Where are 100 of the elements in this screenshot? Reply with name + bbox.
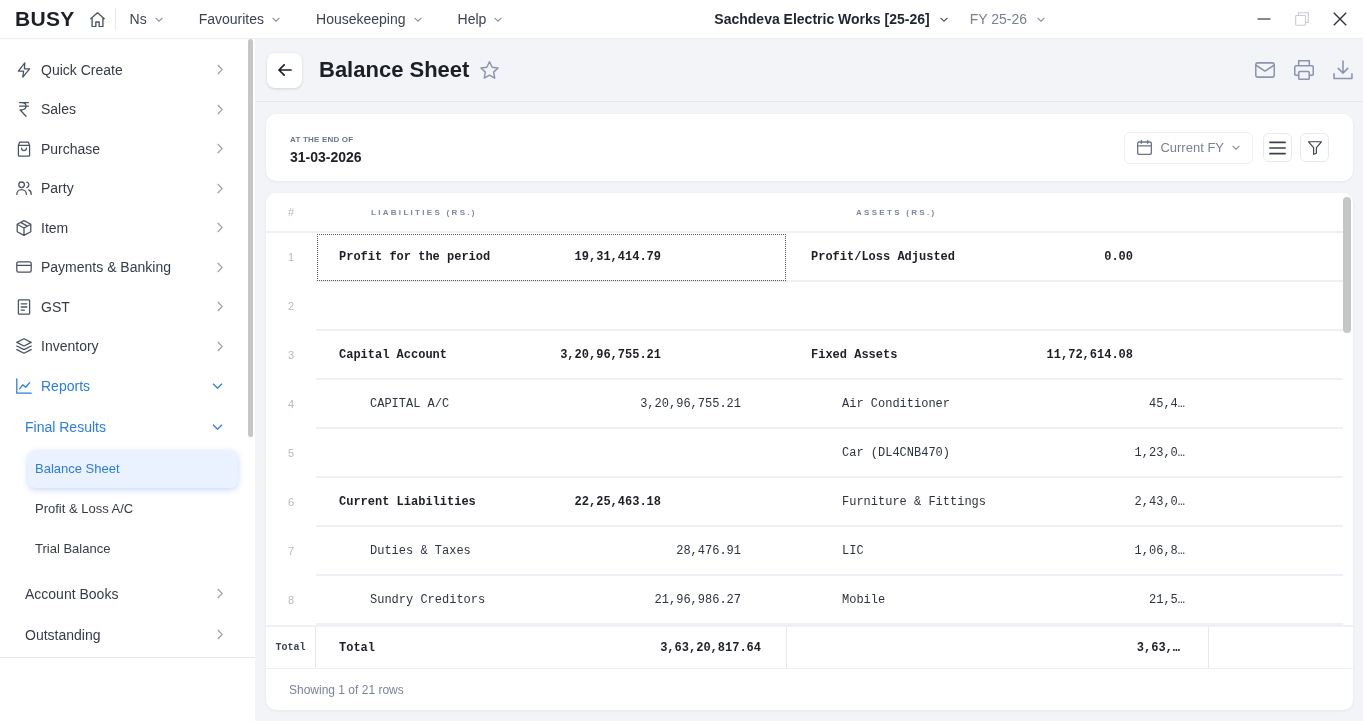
row-count: Showing 1 of 21 rows [289, 682, 404, 697]
amount: 21,5… [1149, 592, 1185, 607]
account-name: LIC [841, 543, 865, 558]
logo: BUSY [15, 7, 75, 31]
chevron-down-icon [1232, 145, 1240, 150]
calendar-icon [1137, 140, 1153, 155]
amount: 1,06,8… [1134, 543, 1185, 558]
sidebar-item[interactable]: Sales [0, 89, 248, 129]
page-title: Balance Sheet [319, 57, 470, 83]
amount: 2,43,0… [1134, 494, 1185, 509]
sidebar-item[interactable]: Reports [0, 366, 248, 406]
date-value: 31-03-2026 [290, 148, 362, 165]
amount: 3,20,96,755.21 [560, 347, 661, 362]
account-name: Mobile [841, 592, 887, 607]
cube-icon [16, 219, 32, 236]
document-icon [16, 298, 32, 315]
arrow-left-icon [277, 64, 292, 76]
account-name: Air Conditioner [841, 396, 952, 411]
chevron-down-icon [154, 16, 163, 22]
printer-icon[interactable] [1294, 60, 1314, 80]
close-icon[interactable] [1333, 12, 1347, 26]
total-label: Total [275, 642, 306, 653]
total-amount: 3,63,20,817.64 [660, 640, 761, 655]
amount: 11,72,614.08 [1046, 347, 1133, 362]
chevron-down-icon [494, 16, 503, 22]
filter-button[interactable] [1300, 133, 1329, 162]
account-name: CAPITAL A/C [369, 396, 451, 411]
menu-button[interactable]: Ns [129, 11, 163, 27]
row-number: 2 [286, 298, 296, 314]
column-header: LIABILITIES (RS.) [371, 207, 477, 217]
total-label: Total [338, 640, 376, 655]
account-name: Capital Account [338, 347, 449, 362]
filter-icon [1307, 140, 1322, 155]
mail-icon[interactable] [1255, 60, 1275, 80]
sidebar-item[interactable]: Inventory [0, 326, 248, 366]
liability-cell[interactable]: CAPITAL A/C 3,20,96,755.21 [316, 380, 787, 429]
amount: 3,20,96,755.21 [640, 396, 741, 411]
account-name: Car (DL4CNB470) [841, 445, 952, 460]
download-icon[interactable] [1333, 60, 1353, 80]
sidebar-item[interactable]: Item [0, 208, 248, 248]
star-icon[interactable] [480, 61, 500, 79]
chevron-down-icon [939, 16, 948, 22]
sidebar-item[interactable]: Account Books [0, 573, 248, 614]
date-caption: AT THE END OF [290, 134, 355, 144]
scrollbar[interactable] [248, 39, 253, 437]
year-selector[interactable]: FY 25-26 [969, 11, 1045, 27]
sidebar-item[interactable]: Final Results [0, 406, 248, 447]
liability-cell[interactable]: Current Liabilities 22,25,463.18 [316, 478, 787, 527]
liability-cell[interactable]: Sundry Creditors 21,96,986.27 [316, 576, 787, 625]
liability-cell[interactable]: Profit for the period 19,31,414.79 [316, 233, 787, 282]
sidebar-item[interactable]: Trial Balance [28, 529, 238, 568]
menu-button[interactable]: Help [457, 11, 503, 27]
users-icon [16, 180, 32, 197]
chevron-down-icon [272, 16, 281, 22]
sidebar-item[interactable]: Profit & Loss A/C [28, 489, 238, 528]
sidebar-item[interactable]: Balance Sheet [28, 449, 238, 488]
liability-cell[interactable]: Capital Account 3,20,96,755.21 [316, 331, 787, 380]
amount: 0.00 [1104, 249, 1133, 264]
sidebar-item[interactable]: Outstanding [0, 614, 248, 655]
total-amount: 3,63,… [1136, 640, 1180, 655]
menu-icon [1269, 140, 1286, 155]
home-icon[interactable] [89, 11, 105, 27]
column-header: ASSETS (RS.) [856, 207, 937, 217]
chevron-down-icon [1037, 16, 1045, 22]
sidebar-item[interactable]: Purchase [0, 129, 248, 169]
amount: 45,4… [1149, 396, 1185, 411]
row-number: 5 [286, 445, 296, 461]
amount: 22,25,463.18 [574, 494, 661, 509]
menu-button[interactable]: Favourites [198, 11, 281, 27]
layers-icon [16, 338, 32, 355]
account-name: Fixed Assets [810, 347, 899, 362]
company-selector[interactable]: Sachdeva Electric Works [25-26] [714, 11, 948, 27]
sidebar-item[interactable]: Quick Create [0, 50, 248, 90]
columns-button[interactable] [1263, 133, 1292, 162]
back-button[interactable] [267, 52, 302, 88]
amount: 28,476.91 [676, 543, 741, 558]
account-name: Duties & Taxes [369, 543, 472, 558]
card-icon [16, 259, 32, 276]
sidebar-item[interactable]: GST [0, 287, 248, 327]
period-dropdown[interactable]: Current FY [1124, 131, 1253, 164]
account-name: Profit/Loss Adjusted [810, 249, 957, 264]
account-name: Current Liabilities [338, 494, 477, 509]
amount: 21,96,986.27 [654, 592, 741, 607]
account-name: Furniture & Fittings [841, 494, 988, 509]
sidebar-item[interactable]: Party [0, 168, 248, 208]
sidebar-item[interactable]: Payments & Banking [0, 247, 248, 287]
row-number: 8 [286, 592, 296, 608]
amount: 1,23,0… [1134, 445, 1185, 460]
rupee-icon [16, 101, 32, 118]
scrollbar[interactable] [1343, 197, 1351, 333]
column-header: # [266, 193, 316, 233]
line-chart-icon [16, 377, 32, 394]
liability-cell[interactable]: Duties & Taxes 28,476.91 [316, 527, 787, 576]
amount: 19,31,414.79 [574, 249, 661, 264]
account-name: Profit for the period [338, 249, 492, 264]
row-number: 6 [286, 494, 296, 510]
row-number: 3 [286, 347, 296, 363]
menu-button[interactable]: Housekeeping [316, 11, 422, 27]
lightning-icon [16, 61, 32, 78]
account-name: Sundry Creditors [369, 592, 487, 607]
